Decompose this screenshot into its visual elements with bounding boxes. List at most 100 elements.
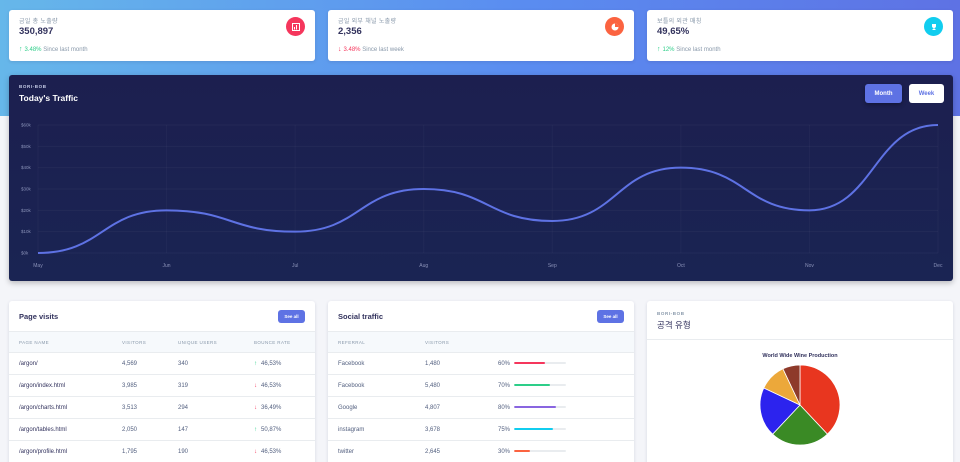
stat-footer: ↓ 3.48% Since last week [338, 46, 624, 53]
page-name[interactable]: /argon/index.html [9, 374, 112, 397]
arrow-down-icon: ↓ [254, 382, 257, 389]
progress-fill [514, 405, 556, 408]
page-visits-panel: Page visits See all PAGE NAME VISITORS U… [9, 301, 315, 462]
chart-pie-icon [605, 17, 624, 36]
percent-cell: 75% [488, 418, 634, 441]
x-tick-label: Dec [934, 263, 943, 269]
progress-fill [514, 361, 546, 364]
unique-users: 190 [168, 440, 244, 462]
visitors: 3,678 [415, 418, 488, 441]
visitors: 1,795 [112, 440, 168, 462]
page-name[interactable]: /argon/charts.html [9, 396, 112, 419]
arrow-down-icon: ↓ [254, 448, 257, 455]
x-tick-label: Aug [419, 263, 428, 269]
visitors: 2,645 [415, 440, 488, 462]
arrow-down-icon: ↓ [338, 46, 342, 53]
progress-bar [514, 427, 567, 430]
bounce-rate: 46,53% [261, 360, 282, 367]
month-button[interactable]: Month [865, 84, 902, 103]
attack-type-panel: BORI-BOB 공격 유형 World Wide Wine Productio… [647, 301, 953, 462]
bounce-rate-cell: ↑ 46,53% [244, 352, 315, 375]
column-header: VISITORS [415, 331, 488, 353]
y-tick-label: $40k [21, 165, 32, 170]
y-tick-label: $10k [21, 229, 32, 234]
progress-fill [514, 383, 551, 386]
trophy-icon [924, 17, 943, 36]
table-row: /argon/4,569 340 ↑ 46,53% [9, 352, 315, 375]
bounce-rate-cell: ↓ 46,53% [244, 440, 315, 462]
chart-bar-icon [286, 17, 305, 36]
stat-card-external-exposure: 금일 외부 채널 노출량 2,356 ↓ 3.48% Since last wee… [328, 10, 634, 61]
social-traffic-title: Social traffic [338, 312, 384, 321]
bounce-rate: 36,49% [261, 404, 282, 411]
table-row: /argon/profile.html 1,795 190 ↓ 46,53% [9, 440, 315, 462]
y-tick-label: $50k [21, 144, 32, 149]
pie-chart-title: World Wide Wine Production [762, 353, 838, 359]
bounce-rate: 46,53% [261, 382, 282, 389]
y-tick-label: $0k [21, 251, 29, 256]
visitors: 3,985 [112, 374, 168, 397]
traffic-chart-card: $0k $10k $20k $30k $40k $50k $60k May Jun Jul Aug S… [9, 75, 953, 281]
unique-users: 340 [168, 352, 244, 375]
visitors: 4,569 [112, 352, 168, 375]
page-visits-title: Page visits [19, 312, 59, 321]
y-tick-label: $30k [21, 187, 32, 192]
table-row: /argon/charts.html 3,513 294 ↓ 36,49% [9, 396, 315, 419]
progress-bar [514, 383, 567, 386]
unique-users: 294 [168, 396, 244, 419]
unique-users: 147 [168, 418, 244, 441]
stat-period: Since last month [676, 47, 721, 53]
stat-period: Since last month [43, 47, 88, 53]
bounce-rate: 50,87% [261, 426, 282, 433]
bounce-rate: 46,53% [261, 448, 282, 455]
stat-title: 보틀의 외관 매칭 [657, 19, 702, 25]
page-name[interactable]: /argon/profile.html [9, 440, 112, 462]
bounce-rate-cell: ↑ 50,87% [244, 418, 315, 441]
progress-fill [514, 427, 554, 430]
table-row: twitter 2,645 30% [328, 440, 634, 462]
arrow-up-icon: ↑ [254, 360, 257, 367]
stat-card-total-exposure: 금일 총 노출량 350,897 ↑ 3.48% Since last month [9, 10, 315, 61]
percent-cell: 80% [488, 396, 634, 419]
bounce-rate-cell: ↓ 46,53% [244, 374, 315, 397]
progress-bar [514, 405, 567, 408]
week-button[interactable]: Week [909, 84, 944, 103]
x-tick-label: May [33, 263, 43, 269]
column-header: UNIQUE USERS [168, 331, 244, 353]
stat-title: 금일 총 노출량 [19, 19, 58, 25]
stat-value: 2,356 [338, 26, 362, 37]
referral-name: Facebook [328, 352, 415, 375]
x-tick-label: Jul [292, 263, 298, 269]
referral-name: Facebook [328, 374, 415, 397]
arrow-up-icon: ↑ [19, 46, 23, 53]
stat-change: 12% [662, 47, 675, 53]
traffic-line-chart: $0k $10k $20k $30k $40k $50k $60k May Jun Jul Aug S… [21, 123, 943, 270]
stat-footer: ↑ 3.48% Since last month [19, 46, 305, 53]
bounce-rate-cell: ↓ 36,49% [244, 396, 315, 419]
unique-users: 319 [168, 374, 244, 397]
stat-footer: ↑ 12% Since last month [657, 46, 943, 53]
visitors: 2,050 [112, 418, 168, 441]
page-name[interactable]: /argon/tables.html [9, 418, 112, 441]
social-traffic-see-all-button[interactable]: See all [597, 310, 624, 323]
percent-cell: 70% [488, 374, 634, 397]
stat-value: 350,897 [19, 26, 54, 37]
stat-title: 금일 외부 채널 노출량 [338, 19, 397, 25]
x-tick-label: Nov [805, 263, 814, 269]
referral-name: Google [328, 396, 415, 419]
percent: 70% [498, 382, 511, 389]
column-header: PAGE NAME [9, 331, 112, 353]
stat-card-bottle-match: 보틀의 외관 매칭 49,65% ↑ 12% Since last month [647, 10, 953, 61]
x-tick-label: Oct [677, 263, 685, 269]
column-header: REFERRAL [328, 331, 415, 353]
stat-value: 49,65% [657, 26, 690, 37]
page-visits-see-all-button[interactable]: See all [278, 310, 305, 323]
stat-period: Since last week [362, 47, 404, 53]
page-name[interactable]: /argon/ [9, 352, 112, 375]
percent: 60% [498, 360, 511, 367]
column-header: VISITORS [112, 331, 168, 353]
table-row: Google 4,807 80% [328, 396, 634, 419]
visitors: 5,480 [415, 374, 488, 397]
visitors: 1,480 [415, 352, 488, 375]
arrow-down-icon: ↓ [254, 404, 257, 411]
